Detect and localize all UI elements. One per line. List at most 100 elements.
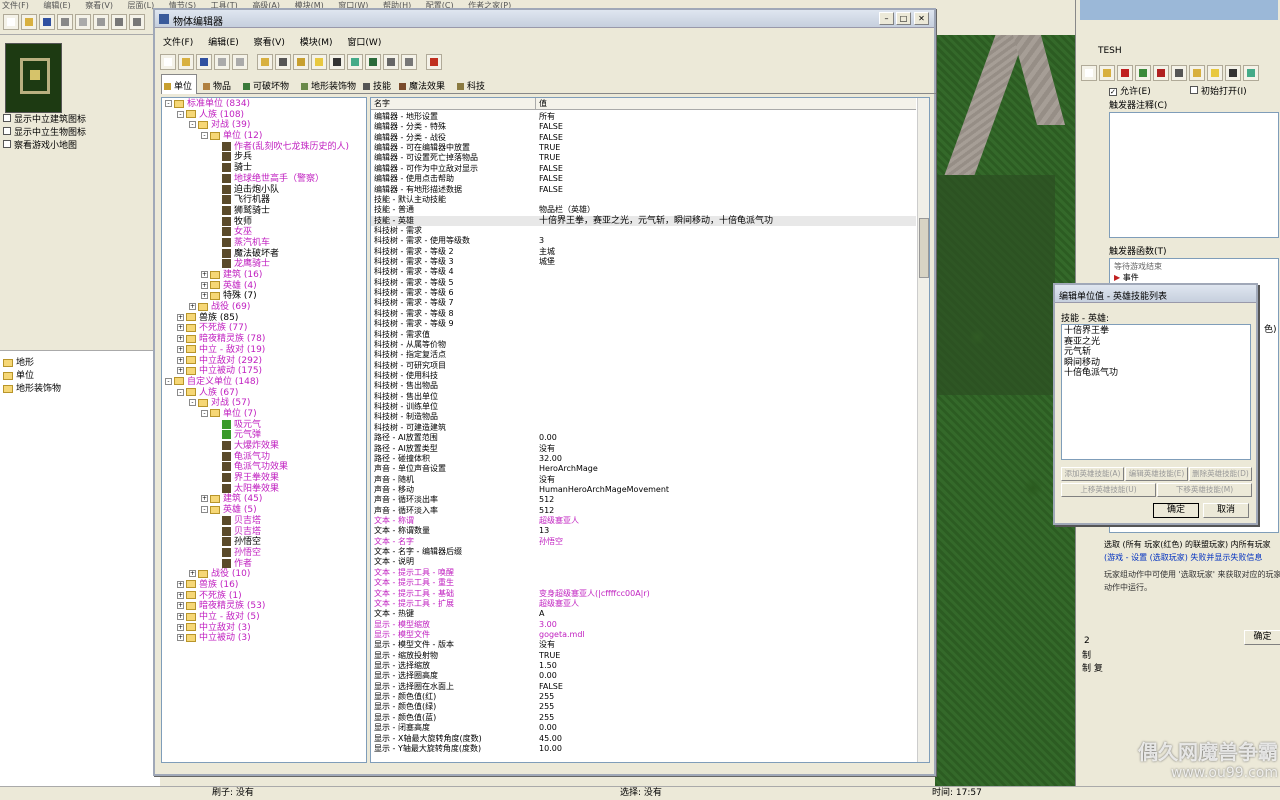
tree-node[interactable]: + 特殊 (7) bbox=[162, 291, 366, 302]
initially-on-checkbox[interactable]: 初始打开(I) bbox=[1190, 84, 1247, 97]
tree-node[interactable]: 龙鹰骑士 bbox=[162, 259, 366, 270]
tree-node[interactable]: 步兵 bbox=[162, 152, 366, 163]
tree-node[interactable]: 贝吉塔 bbox=[162, 526, 366, 538]
property-row[interactable]: 路径 - AI放置范围 0.00 bbox=[371, 433, 916, 443]
property-row[interactable]: 科技树 - 指定复活点 bbox=[371, 350, 916, 360]
open-icon[interactable] bbox=[178, 54, 194, 70]
expand-icon[interactable]: + bbox=[177, 324, 184, 332]
tab-upgrades[interactable]: 科技 bbox=[455, 77, 487, 94]
property-row[interactable]: 显示 - 选择圈在水面上 FALSE bbox=[371, 682, 916, 692]
tab-buffs[interactable]: 魔法效果 bbox=[397, 77, 447, 94]
collapse-icon[interactable]: - bbox=[201, 132, 208, 140]
tree-node[interactable]: + 中立被动 (3) bbox=[162, 633, 366, 644]
property-row[interactable]: 科技树 - 需求 - 等级 4 bbox=[371, 267, 916, 277]
skill-item[interactable]: 元气斩 bbox=[1064, 347, 1248, 358]
property-row[interactable]: 显示 - 选择圈高度 0.00 bbox=[371, 671, 916, 681]
sound-icon[interactable] bbox=[311, 54, 327, 70]
property-row[interactable]: 编辑器 - 地形设置 所有 bbox=[371, 112, 916, 122]
expand-icon[interactable]: + bbox=[177, 356, 184, 364]
new-icon[interactable] bbox=[3, 14, 19, 30]
property-row[interactable]: 文本 - 提示工具 - 基础 变身超级塞亚人(|cffffcc00A|r) bbox=[371, 589, 916, 599]
property-row[interactable]: 技能 - 英雄 十倍界王拳，赛亚之光，元气斩，瞬间移动，十倍龟派气功 bbox=[371, 215, 916, 226]
region-icon[interactable] bbox=[347, 54, 363, 70]
expand-icon[interactable]: + bbox=[201, 281, 208, 289]
property-row[interactable]: 编辑器 - 可设置死亡掉落物品 TRUE bbox=[371, 153, 916, 163]
property-row[interactable]: 科技树 - 可研究项目 bbox=[371, 361, 916, 371]
property-row[interactable]: 科技树 - 需求 - 等级 3 城堡 bbox=[371, 257, 916, 267]
script-icon[interactable] bbox=[365, 54, 381, 70]
delete-skill-button[interactable]: 删除英雄技能(D) bbox=[1189, 467, 1252, 481]
unit-icon[interactable] bbox=[257, 54, 273, 70]
tree-node[interactable]: 牧师 bbox=[162, 216, 366, 228]
property-row[interactable]: 路径 - 碰撞体积 32.00 bbox=[371, 454, 916, 464]
tree-node[interactable]: 蒸汽机车 bbox=[162, 237, 366, 249]
oe-menu-module[interactable]: 模块(M) bbox=[300, 38, 333, 48]
property-row[interactable]: 科技树 - 制造物品 bbox=[371, 412, 916, 422]
collapse-icon[interactable]: - bbox=[189, 121, 196, 129]
property-row[interactable]: 文本 - 称谓数量 13 bbox=[371, 526, 916, 536]
property-row[interactable]: 科技树 - 需求 - 等级 6 bbox=[371, 288, 916, 298]
expand-icon[interactable]: + bbox=[177, 335, 184, 343]
tree-node[interactable]: 界王拳效果 bbox=[162, 473, 366, 484]
property-row[interactable]: 显示 - 颜色值(绿) 255 bbox=[371, 702, 916, 712]
grid-header-value[interactable]: 值 bbox=[539, 99, 547, 109]
tree-node[interactable]: 作者 bbox=[162, 558, 366, 570]
expand-icon[interactable]: + bbox=[201, 271, 208, 278]
tree-node[interactable]: 孙悟空 bbox=[162, 547, 366, 559]
property-row[interactable]: 显示 - 模型缩放 3.00 bbox=[371, 620, 916, 630]
tab-doodads[interactable]: 地形装饰物 bbox=[299, 77, 358, 94]
new-icon[interactable] bbox=[160, 54, 176, 70]
property-row[interactable]: 声音 - 移动 HumanHeroArchMageMovement bbox=[371, 485, 916, 495]
property-row[interactable]: 科技树 - 使用科技 bbox=[371, 371, 916, 381]
skill-item[interactable]: 十倍界王拳 bbox=[1064, 326, 1248, 337]
show-neutral-creeps-option[interactable]: 显示中立生物图标 bbox=[3, 127, 153, 140]
trigger-event-item[interactable]: 等待游戏结束 bbox=[1114, 261, 1274, 272]
tree-node[interactable]: - 人族 (108) bbox=[162, 110, 366, 121]
show-minimap-option[interactable]: 察看游戏小地图 bbox=[3, 140, 153, 153]
edit-skill-button[interactable]: 编辑英雄技能(E) bbox=[1125, 467, 1188, 481]
tree-node[interactable]: + 中立敌对 (292) bbox=[162, 356, 366, 367]
tree-node[interactable]: - 对战 (39) bbox=[162, 120, 366, 131]
property-row[interactable]: 显示 - 颜色值(蓝) 255 bbox=[371, 713, 916, 723]
tree-node[interactable]: + 战役 (10) bbox=[162, 569, 366, 580]
undo-icon[interactable] bbox=[111, 14, 127, 30]
property-row[interactable]: 显示 - 颜色值(红) 255 bbox=[371, 692, 916, 702]
tab-abilities[interactable]: 技能 bbox=[361, 77, 393, 94]
terrain-icon[interactable] bbox=[275, 54, 291, 70]
property-row[interactable]: 科技树 - 从属等价物 bbox=[371, 340, 916, 350]
expand-icon[interactable]: + bbox=[177, 367, 184, 375]
expand-icon[interactable]: + bbox=[177, 580, 184, 588]
expand-icon[interactable]: + bbox=[177, 602, 184, 610]
camera-icon[interactable] bbox=[329, 54, 345, 70]
tree-node[interactable]: + 不死族 (1) bbox=[162, 591, 366, 602]
property-row[interactable]: 编辑器 - 分类 - 战役 FALSE bbox=[371, 133, 916, 143]
menu-file[interactable]: 文件(F) bbox=[2, 1, 29, 10]
property-row[interactable]: 科技树 - 售出单位 bbox=[371, 392, 916, 402]
property-row[interactable]: 显示 - 模型文件 - 版本 没有 bbox=[371, 640, 916, 650]
oe-menu-edit[interactable]: 编辑(E) bbox=[208, 38, 239, 48]
tree-node[interactable]: + 中立被动 (175) bbox=[162, 366, 366, 377]
tree-node[interactable]: - 自定义单位 (148) bbox=[162, 377, 366, 388]
property-row[interactable]: 显示 - Y轴最大旋转角度(度数) 10.00 bbox=[371, 744, 916, 754]
new-trigger-icon[interactable] bbox=[1081, 65, 1097, 81]
tree-node[interactable]: + 中立 - 敌对 (19) bbox=[162, 345, 366, 356]
save-icon[interactable] bbox=[39, 14, 55, 30]
property-row[interactable]: 文本 - 提示工具 - 唤醒 bbox=[371, 568, 916, 578]
tree-node[interactable]: 骑士 bbox=[162, 163, 366, 174]
tree-node[interactable]: - 英雄 (5) bbox=[162, 505, 366, 516]
collapse-icon[interactable]: - bbox=[189, 399, 196, 407]
add-skill-button[interactable]: 添加英雄技能(A) bbox=[1061, 467, 1124, 481]
property-row[interactable]: 编辑器 - 使用点击帮助 FALSE bbox=[371, 174, 916, 184]
menu-edit[interactable]: 编辑(E) bbox=[43, 1, 70, 10]
property-row[interactable]: 显示 - 选择缩放 1.50 bbox=[371, 661, 916, 671]
dialog-ok-button[interactable]: 确定 bbox=[1153, 503, 1199, 518]
cut-icon[interactable] bbox=[57, 14, 73, 30]
menu-view[interactable]: 察看(V) bbox=[85, 1, 113, 10]
grid-scrollbar[interactable] bbox=[917, 98, 929, 762]
expand-icon[interactable]: + bbox=[177, 591, 184, 599]
property-row[interactable]: 编辑器 - 分类 - 特殊 FALSE bbox=[371, 122, 916, 132]
variable-icon[interactable] bbox=[1135, 65, 1151, 81]
expand-icon[interactable]: + bbox=[177, 634, 184, 642]
expand-icon[interactable]: + bbox=[177, 345, 184, 353]
property-row[interactable]: 科技树 - 售出物品 bbox=[371, 381, 916, 391]
